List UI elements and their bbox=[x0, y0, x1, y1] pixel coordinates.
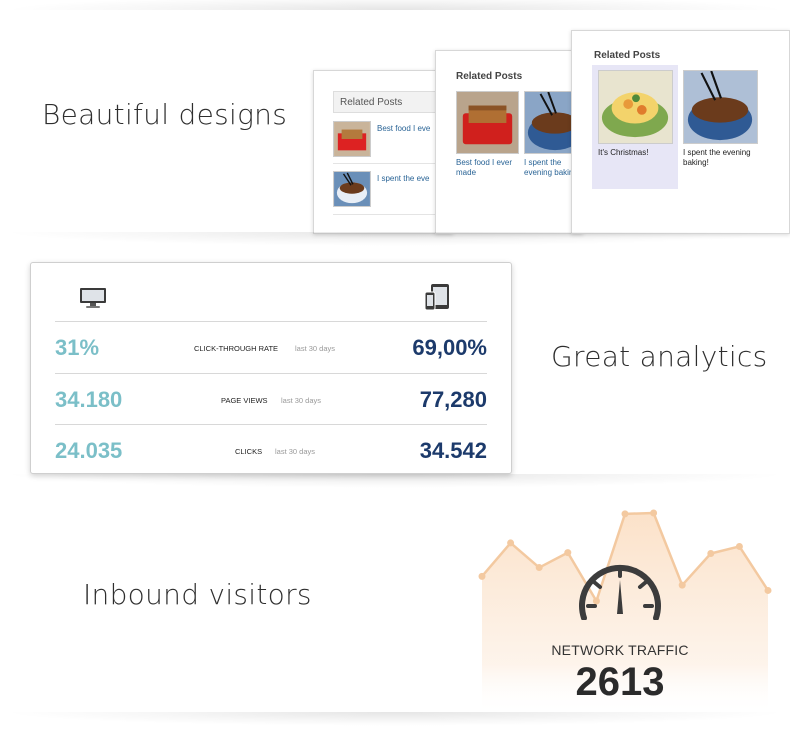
desktop-value: 24.035 bbox=[55, 438, 123, 463]
section-divider bbox=[0, 232, 790, 246]
related-posts-highlight-widget: Related Posts It's Christmas! I spent th… bbox=[571, 30, 790, 234]
metric-label: CLICK-THROUGH RATE bbox=[194, 344, 279, 353]
metric-row-clicks: 24.035 CLICKS last 30 days 34.542 bbox=[55, 424, 487, 476]
metric-label: PAGE VIEWS bbox=[221, 396, 268, 405]
metric-label: CLICKS bbox=[235, 447, 263, 456]
post-link-christmas[interactable]: It's Christmas! bbox=[598, 148, 648, 158]
related-posts-list-widget: Related Posts Best food I eve I spent th… bbox=[313, 70, 453, 234]
designs-headline: Beautiful designs bbox=[42, 98, 288, 131]
speedometer-icon bbox=[576, 556, 664, 621]
traffic-point bbox=[621, 510, 629, 518]
traffic-point bbox=[507, 539, 515, 547]
widget-title: Related Posts bbox=[456, 71, 523, 82]
traffic-point bbox=[735, 542, 743, 550]
network-traffic-value: 2613 bbox=[575, 660, 665, 704]
metric-row-page-views: 34.180 PAGE VIEWS last 30 days 77,280 bbox=[55, 373, 487, 425]
metric-period: last 30 days bbox=[295, 344, 336, 353]
metric-period: last 30 days bbox=[281, 396, 322, 405]
mobile-value: 77,280 bbox=[419, 387, 487, 412]
post-thumbnail-cake[interactable] bbox=[456, 91, 519, 154]
section-divider bbox=[0, 712, 790, 726]
traffic-point bbox=[478, 572, 486, 580]
post-link-best-food[interactable]: Best food I ever made bbox=[456, 158, 512, 178]
post-thumbnail-noodles[interactable] bbox=[333, 171, 371, 207]
widget-title: Related Posts bbox=[594, 50, 661, 61]
widget-title: Related Posts bbox=[340, 97, 403, 108]
analytics-headline: Great analytics bbox=[551, 340, 768, 373]
post-thumbnail-christmas[interactable] bbox=[598, 70, 673, 144]
mobile-value: 34.542 bbox=[419, 438, 487, 463]
traffic-point bbox=[764, 586, 772, 594]
traffic-point bbox=[678, 581, 686, 589]
post-link-best-food[interactable]: Best food I eve bbox=[377, 123, 430, 134]
section-divider bbox=[0, 474, 790, 488]
traffic-point bbox=[564, 549, 572, 557]
post-link-evening-baking[interactable]: I spent the evening bakin bbox=[524, 158, 573, 178]
traffic-point bbox=[650, 509, 658, 517]
desktop-monitor-icon bbox=[79, 286, 107, 310]
related-posts-grid-widget: Related Posts Best food I ever made I sp… bbox=[435, 50, 583, 234]
traffic-point bbox=[535, 564, 543, 572]
visitors-headline: Inbound visitors bbox=[83, 578, 312, 611]
metric-row-ctr: 31% CLICK-THROUGH RATE last 30 days 69,0… bbox=[55, 321, 487, 373]
post-thumbnail-cake[interactable] bbox=[333, 121, 371, 157]
top-divider bbox=[0, 0, 790, 10]
metric-period: last 30 days bbox=[275, 447, 316, 456]
network-traffic-label: NETWORK TRAFFIC bbox=[551, 642, 689, 658]
analytics-panel: 31% CLICK-THROUGH RATE last 30 days 69,0… bbox=[30, 262, 512, 474]
post-thumbnail-noodles[interactable] bbox=[683, 70, 758, 144]
mobile-tablet-icon bbox=[424, 283, 450, 311]
desktop-value: 34.180 bbox=[55, 387, 123, 412]
mobile-value: 69,00% bbox=[412, 335, 487, 360]
post-link-evening-baking[interactable]: I spent the evening baking! bbox=[683, 148, 751, 168]
post-link-evening-baking[interactable]: I spent the eve bbox=[377, 173, 429, 184]
traffic-point bbox=[707, 549, 715, 557]
desktop-value: 31% bbox=[55, 335, 100, 360]
